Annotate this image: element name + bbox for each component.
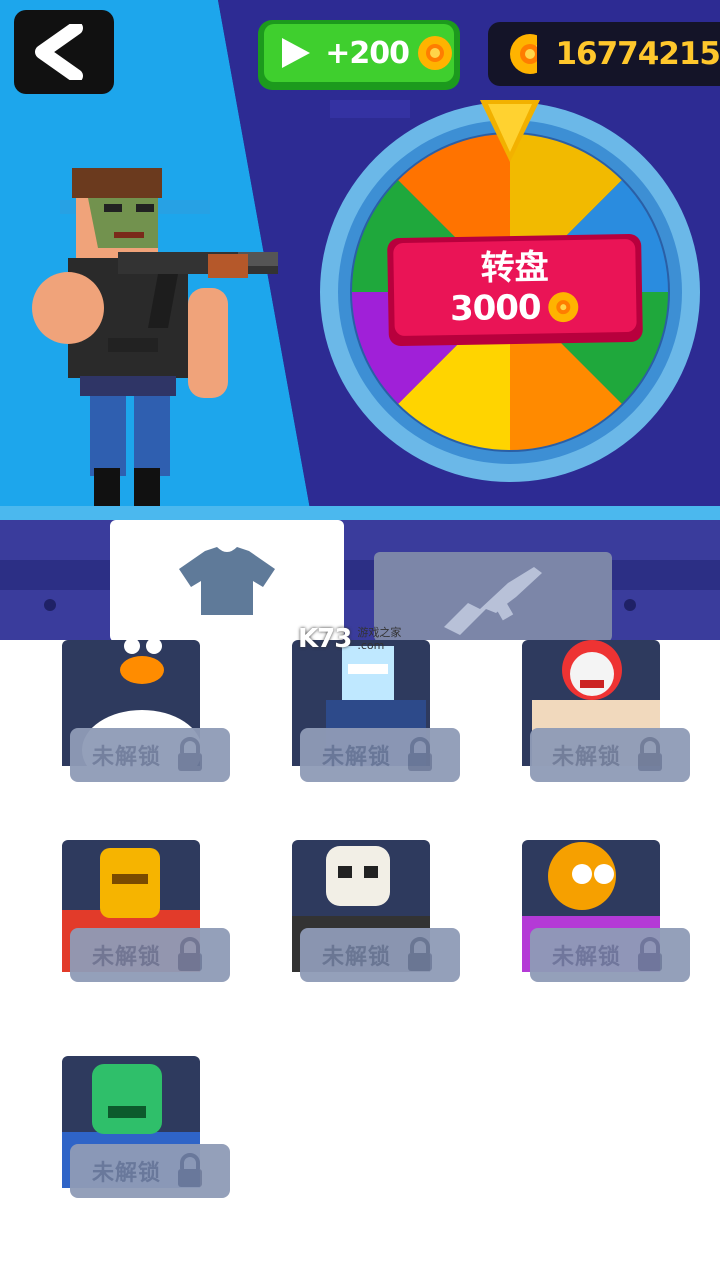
character-card-octopus[interactable]: 未解锁 [510,840,720,1020]
watermark-domain: .com [357,639,385,652]
character-card-spartan[interactable]: 未解锁 [50,840,260,1020]
locked-badge: 未解锁 [300,928,460,982]
watch-ad-reward-button[interactable]: +200 [258,20,460,90]
locked-badge: 未解锁 [70,1144,230,1198]
coin-icon [510,34,538,74]
ad-reward-amount: +200 [325,35,410,71]
character-card-skeleton[interactable]: 未解锁 [280,840,490,1020]
wheel-cost: 3000 [449,287,541,329]
character-grid: 未解锁 未解锁 未解锁 未解锁 未解锁 未解锁 未解锁 [0,640,720,1280]
lock-icon [178,737,203,771]
tab-weapons[interactable] [374,552,612,640]
watermark: K73 游戏之家 .com [298,622,401,656]
play-icon [282,38,310,68]
rifle-icon [444,567,542,635]
character-card-duck[interactable]: 未解锁 [50,640,260,820]
lock-icon [408,737,433,771]
hero-character [32,168,278,506]
locked-badge: 未解锁 [530,728,690,782]
shirt-icon [179,547,275,615]
lock-status: 未解锁 [322,745,392,770]
coin-icon [548,291,579,322]
locked-badge: 未解锁 [70,928,230,982]
back-arrow-icon [35,24,83,80]
character-card-ice-robot[interactable]: 未解锁 [280,640,490,820]
lock-icon [178,1153,203,1187]
back-button[interactable] [14,10,114,94]
locked-badge: 未解锁 [530,928,690,982]
character-card-clown[interactable]: 未解锁 [510,640,720,820]
lock-status: 未解锁 [552,945,622,970]
lock-icon [178,937,203,971]
lock-status: 未解锁 [322,945,392,970]
lock-icon [408,937,433,971]
watermark-text: 游戏之家 [357,626,402,639]
lock-status: 未解锁 [92,945,162,970]
shop-screen: +200 16774215 转盘 3000 K73 游戏之家 .com 未解锁 … [0,0,720,1280]
watermark-logo: K73 [298,624,352,654]
coin-count: 16774215 [555,36,720,72]
locked-badge: 未解锁 [70,728,230,782]
lock-icon [638,937,663,971]
lock-status: 未解锁 [92,745,162,770]
spin-wheel-button[interactable]: 转盘 3000 [387,233,643,347]
locked-badge: 未解锁 [300,728,460,782]
lock-icon [638,737,663,771]
hero-preview-area: +200 16774215 转盘 3000 [0,0,720,640]
character-card-zombie[interactable]: 未解锁 [50,1056,260,1236]
wheel-title: 转盘 [480,246,549,289]
coin-balance: 16774215 [488,22,720,86]
coin-icon [417,36,452,70]
lock-status: 未解锁 [552,745,622,770]
lock-status: 未解锁 [92,1161,162,1186]
